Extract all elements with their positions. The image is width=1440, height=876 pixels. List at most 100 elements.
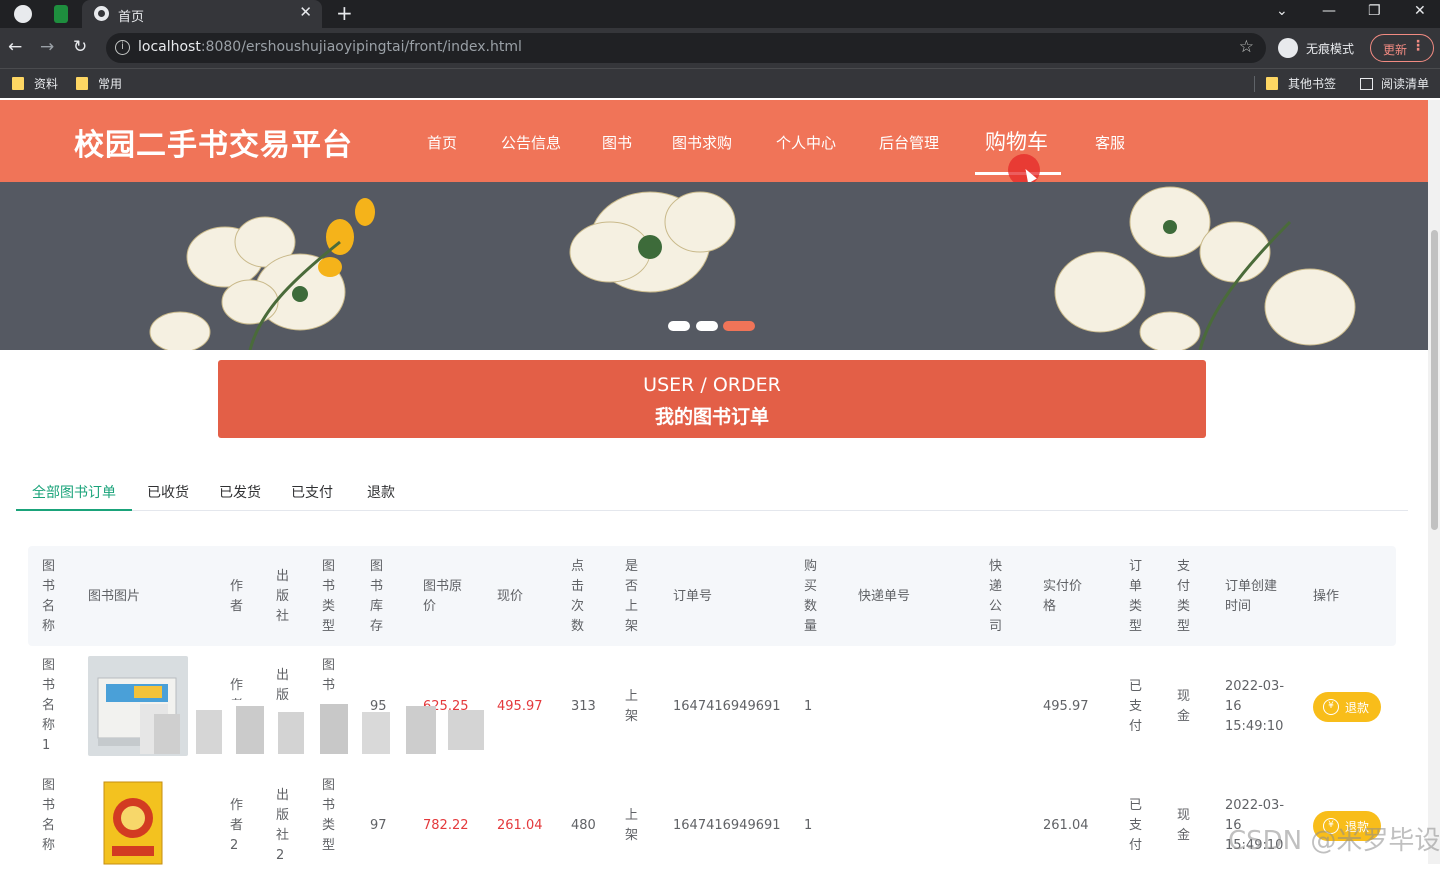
privacy-mosaic — [140, 704, 484, 754]
bookmark-folder[interactable]: 资料 — [12, 75, 58, 93]
cell-publisher: 出版社2 — [276, 788, 290, 863]
col-header-type: 图书类型 — [322, 559, 336, 634]
cell-author: 作者 — [230, 678, 244, 700]
nav-admin[interactable]: 后台管理 — [879, 132, 939, 153]
cell-name: 图书名称 — [42, 778, 56, 853]
col-header-order-no: 订单号 — [673, 589, 713, 604]
col-header-listed: 是否上架 — [625, 559, 639, 634]
tab-shipped[interactable]: 已发货 — [219, 482, 261, 502]
refund-button[interactable]: ¥ 退款 — [1313, 692, 1381, 722]
cell-order-type: 已支付 — [1129, 798, 1143, 853]
nav-notices[interactable]: 公告信息 — [501, 132, 561, 153]
col-header-name: 图书名称 — [42, 559, 56, 634]
col-header-orig-price: 图书原价 — [423, 579, 463, 614]
col-header-created: 订单创建时间 — [1225, 579, 1278, 614]
col-header-order-type: 订单类型 — [1129, 559, 1143, 634]
nav-service[interactable]: 客服 — [1095, 132, 1125, 153]
cell-listed: 上架 — [625, 808, 639, 843]
cell-clicks: 313 — [571, 699, 596, 714]
carousel-banner[interactable] — [0, 182, 1428, 350]
site-header: 校园二手书交易平台 首页 公告信息 图书 图书求购 个人中心 后台管理 购物车 … — [0, 100, 1428, 182]
tab-search-icon[interactable]: ⌄ — [1276, 3, 1288, 19]
carousel-dot-active[interactable] — [723, 321, 755, 331]
tab-paid[interactable]: 已支付 — [291, 482, 333, 502]
browser-tab-bar: 首页 ✕ + ⌄ — ❐ ✕ — [0, 0, 1440, 28]
tab-refund[interactable]: 退款 — [367, 482, 395, 502]
col-header-author: 作者 — [230, 579, 244, 614]
cell-type: 图书 — [322, 658, 336, 693]
folder-icon — [12, 77, 24, 90]
bookmark-other[interactable]: 其他书签 — [1266, 75, 1336, 93]
cell-pay-type: 现金 — [1177, 808, 1191, 843]
nav-cart[interactable]: 购物车 — [985, 126, 1048, 156]
reload-icon[interactable]: ↻ — [73, 37, 87, 57]
watermark: CSDN @米罗毕设 — [1228, 826, 1440, 856]
cell-pay-type: 现金 — [1177, 689, 1191, 724]
col-header-paid: 实付价格 — [1043, 579, 1083, 614]
cell-stock: 97 — [370, 818, 387, 833]
info-icon[interactable]: i — [115, 40, 130, 55]
restore-icon[interactable]: ❐ — [1368, 3, 1381, 19]
forward-icon[interactable]: → — [40, 37, 54, 57]
cell-orig-price: 782.22 — [423, 818, 469, 833]
cell-clicks: 480 — [571, 818, 596, 833]
carousel-dot[interactable] — [668, 321, 690, 331]
order-title-cn: 我的图书订单 — [654, 406, 769, 428]
cell-order-type: 已支付 — [1129, 679, 1143, 734]
col-header-action: 操作 — [1313, 589, 1340, 604]
col-header-pay-type: 支付类型 — [1177, 559, 1191, 634]
browser-tab[interactable]: 首页 ✕ — [82, 0, 322, 28]
col-header-clicks: 点击次数 — [571, 559, 585, 634]
more-icon: ⋮ — [1411, 38, 1425, 54]
cell-price: 261.04 — [497, 818, 543, 833]
cell-price: 495.97 — [497, 699, 543, 714]
col-header-qty: 购买数量 — [804, 559, 818, 634]
cell-qty: 1 — [804, 699, 813, 714]
cell-created-date: 2022-03- — [1225, 798, 1285, 813]
bookmark-folder[interactable]: 常用 — [76, 75, 122, 93]
folder-icon — [1266, 77, 1278, 90]
bookmark-divider — [1254, 76, 1255, 92]
cell-name: 图书名称1 — [42, 658, 56, 753]
chrome-logo-icon[interactable] — [14, 5, 32, 23]
col-header-price: 现价 — [497, 589, 524, 604]
plus-icon[interactable]: + — [336, 1, 353, 25]
nav-book-requests[interactable]: 图书求购 — [672, 132, 732, 153]
cell-type: 图书类型 — [322, 778, 336, 853]
book-thumbnail[interactable] — [88, 776, 188, 876]
col-header-image: 图书图片 — [88, 589, 141, 604]
tabs-divider — [16, 510, 1408, 511]
order-title-en: USER / ORDER — [643, 374, 781, 396]
tab-all-orders[interactable]: 全部图书订单 — [32, 482, 116, 502]
url-input[interactable]: i localhost:8080/ershoushujiaoyipingtai/… — [106, 33, 1266, 63]
cell-qty: 1 — [804, 818, 813, 833]
nav-books[interactable]: 图书 — [602, 132, 632, 153]
tab-received[interactable]: 已收货 — [147, 482, 189, 502]
back-icon[interactable]: ← — [8, 37, 22, 57]
cell-created-day: 16 — [1225, 699, 1242, 714]
cell-created-time: 15:49:10 — [1225, 719, 1284, 734]
star-icon[interactable]: ☆ — [1239, 37, 1254, 57]
update-label: 更新 — [1383, 43, 1408, 57]
cell-listed: 上架 — [625, 689, 639, 724]
carousel-dot[interactable] — [696, 321, 718, 331]
col-header-express-co: 快递公司 — [989, 559, 1003, 634]
sheets-icon[interactable] — [54, 5, 68, 23]
tab-title: 首页 — [118, 10, 145, 25]
cell-paid: 261.04 — [1043, 818, 1089, 833]
reading-list[interactable]: 阅读清单 — [1360, 75, 1429, 93]
update-button[interactable]: 更新 ⋮ — [1370, 34, 1434, 62]
page-scrollbar-thumb[interactable] — [1431, 230, 1438, 530]
nav-home[interactable]: 首页 — [427, 132, 457, 153]
site-title: 校园二手书交易平台 — [74, 128, 353, 163]
window-close-icon[interactable]: ✕ — [1414, 3, 1426, 19]
incognito-icon — [1278, 38, 1298, 58]
globe-icon — [94, 6, 109, 21]
col-header-stock: 图书库存 — [370, 559, 384, 634]
address-bar-row: ← → ↻ i localhost:8080/ershoushujiaoyipi… — [0, 28, 1440, 68]
close-icon[interactable]: ✕ — [299, 3, 312, 21]
minimize-icon[interactable]: — — [1322, 3, 1336, 19]
cell-author: 作者2 — [230, 798, 244, 853]
nav-profile[interactable]: 个人中心 — [776, 132, 836, 153]
yen-icon: ¥ — [1323, 699, 1339, 715]
